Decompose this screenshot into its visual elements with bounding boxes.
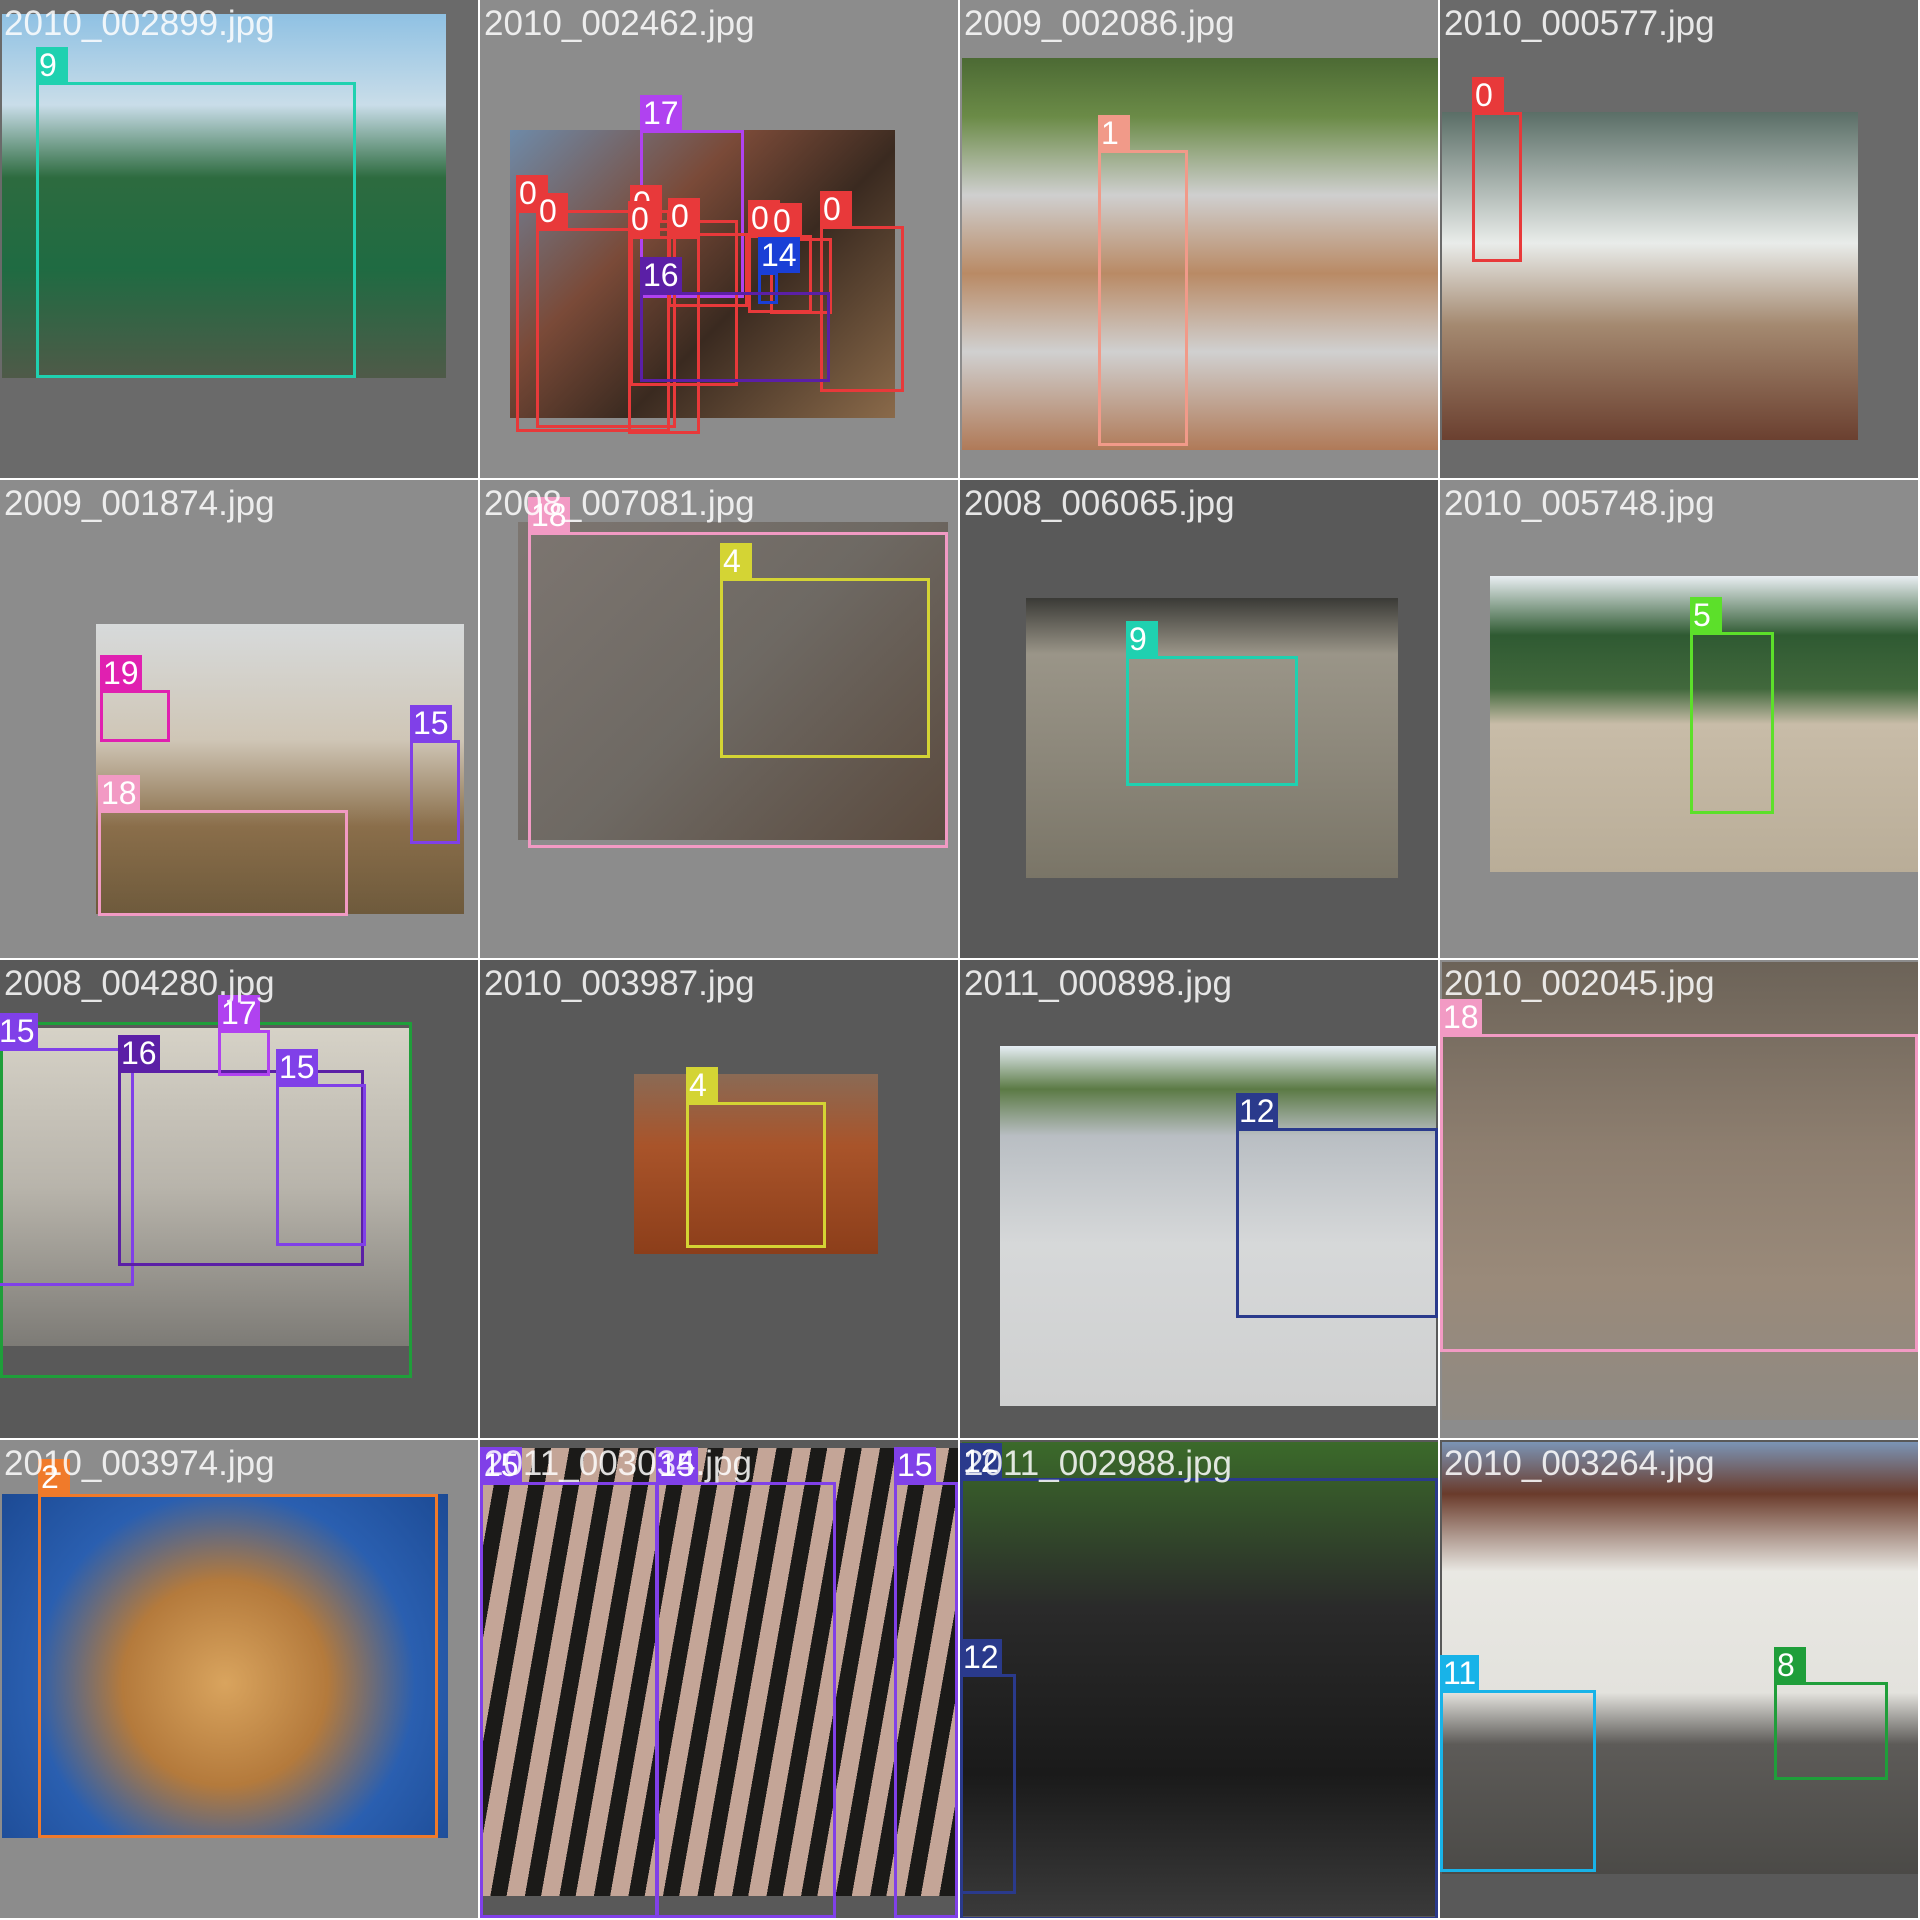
image-tile: 19 15 18 2009_001874.jpg	[0, 480, 478, 958]
bounding-box: 15	[410, 705, 460, 844]
class-label: 15	[894, 1447, 936, 1483]
image-tile: 170000000014162010_002462.jpg	[480, 0, 958, 478]
image-tile: 12 12 2011_002988.jpg	[960, 1440, 1438, 1918]
image-filename: 2010_003987.jpg	[484, 964, 755, 1003]
bounding-box: 15	[894, 1447, 958, 1918]
image-filename: 2011_002988.jpg	[964, 1444, 1232, 1483]
class-label: 0	[1472, 77, 1504, 113]
image-filename: 2008_004280.jpg	[4, 964, 275, 1003]
bounding-box: 8	[1774, 1647, 1888, 1780]
image-tile: 0 2010_000577.jpg	[1440, 0, 1918, 478]
bounding-box: 15	[276, 1049, 366, 1246]
bounding-box: 17	[218, 995, 270, 1076]
image-filename: 2010_000577.jpg	[1444, 4, 1715, 43]
bounding-box: 18	[98, 775, 348, 916]
bounding-box: 16	[640, 257, 830, 382]
class-label: 9	[36, 47, 68, 83]
image-tile: 11 8 2010_003264.jpg	[1440, 1440, 1918, 1918]
class-label: 1	[1098, 115, 1130, 151]
bounding-box: 4	[720, 543, 930, 758]
bounding-box: 18	[1440, 999, 1918, 1352]
bounding-box: 12	[960, 1639, 1016, 1894]
bounding-box: 0	[820, 191, 904, 392]
bounding-box: 4	[686, 1067, 826, 1248]
bounding-box: 5	[1690, 597, 1774, 814]
image-tile: 15 15 15 2011_003034.jpg	[480, 1440, 958, 1918]
class-label: 11	[1440, 1655, 1480, 1691]
image-filename: 2009_001874.jpg	[4, 484, 275, 523]
class-label: 16	[640, 257, 682, 293]
class-label: 9	[1126, 621, 1158, 657]
class-label: 0	[770, 203, 802, 239]
class-label: 0	[628, 201, 660, 237]
bounding-box: 0	[1472, 77, 1522, 262]
class-label: 8	[1774, 1647, 1806, 1683]
image-filename: 2010_002899.jpg	[4, 4, 275, 43]
bounding-box: 12	[1236, 1093, 1438, 1318]
bounding-box: 15	[480, 1447, 658, 1918]
image-filename: 2010_002462.jpg	[484, 4, 755, 43]
bounding-box: 9	[36, 47, 356, 378]
image-tile: 15 16 17 15 2008_004280.jpg	[0, 960, 478, 1438]
image-filename: 2010_003974.jpg	[4, 1444, 275, 1483]
class-label: 4	[686, 1067, 718, 1103]
image-tile: 1 2009_002086.jpg	[960, 0, 1438, 478]
bounding-box: 11	[1440, 1655, 1596, 1872]
image-tile: 9 2010_002899.jpg	[0, 0, 478, 478]
class-label: 4	[720, 543, 752, 579]
class-label: 19	[100, 655, 142, 691]
class-label: 18	[98, 775, 140, 811]
image-tile: 9 2008_006065.jpg	[960, 480, 1438, 958]
image-tile: 18 4 2008_007081.jpg	[480, 480, 958, 958]
image-filename: 2010_002045.jpg	[1444, 964, 1715, 1003]
class-label: 0	[820, 191, 852, 227]
class-label: 12	[1236, 1093, 1278, 1129]
bounding-box: 9	[1126, 621, 1298, 786]
class-label: 15	[276, 1049, 318, 1085]
class-label: 16	[118, 1035, 160, 1071]
image-tile: 18 2010_002045.jpg	[1440, 960, 1918, 1438]
bounding-box: 15	[0, 1013, 134, 1286]
class-label: 5	[1690, 597, 1722, 633]
bounding-box: 1	[1098, 115, 1188, 446]
bounding-box: 2	[38, 1459, 438, 1838]
class-label: 18	[1440, 999, 1482, 1035]
class-label: 0	[668, 198, 700, 234]
photo	[962, 58, 1438, 450]
bounding-box: 12	[960, 1443, 1438, 1918]
image-filename: 2010_005748.jpg	[1444, 484, 1715, 523]
bounding-box: 15	[656, 1447, 836, 1918]
class-label: 15	[0, 1013, 38, 1049]
class-label: 15	[410, 705, 452, 741]
image-filename: 2008_006065.jpg	[964, 484, 1235, 523]
class-label: 17	[640, 95, 682, 131]
mosaic-grid: 92010_002899.jpg170000000014162010_00246…	[0, 0, 1920, 1920]
image-tile: 5 2010_005748.jpg	[1440, 480, 1918, 958]
image-tile: 2 2010_003974.jpg	[0, 1440, 478, 1918]
bounding-box: 19	[100, 655, 170, 742]
image-filename: 2011_000898.jpg	[964, 964, 1232, 1003]
image-tile: 4 2010_003987.jpg	[480, 960, 958, 1438]
image-filename: 2010_003264.jpg	[1444, 1444, 1715, 1483]
image-filename: 2009_002086.jpg	[964, 4, 1235, 43]
class-label: 0	[536, 193, 568, 229]
class-label: 12	[960, 1639, 1002, 1675]
image-filename: 2008_007081.jpg	[484, 484, 755, 523]
image-filename: 2011_003034.jpg	[484, 1444, 752, 1483]
class-label: 14	[758, 237, 800, 273]
image-tile: 12 2011_000898.jpg	[960, 960, 1438, 1438]
